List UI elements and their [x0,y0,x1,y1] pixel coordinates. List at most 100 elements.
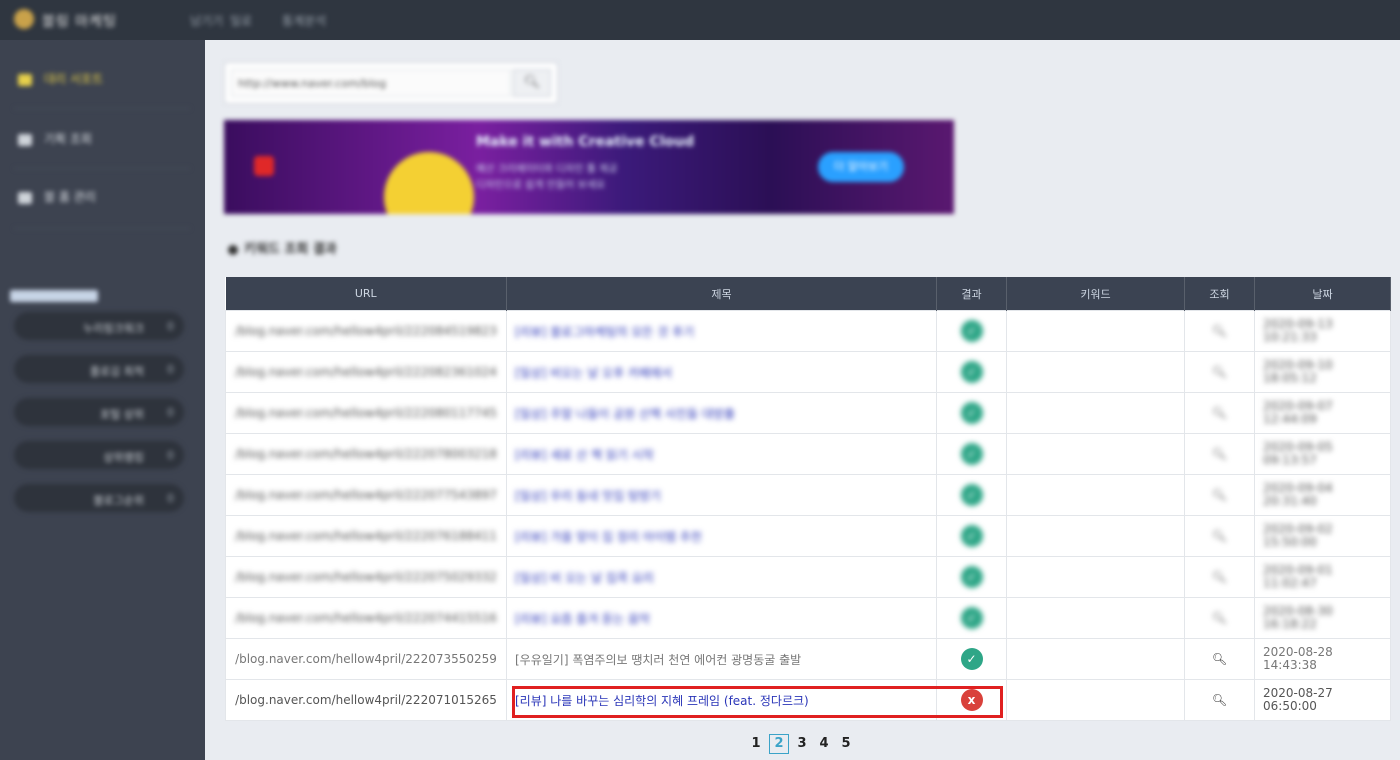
row-title-link[interactable]: [리뷰] 요즘 즐겨 듣는 음악 [506,597,937,639]
row-search[interactable]: 🔍︎ [1184,474,1255,516]
nav-item-1[interactable]: 남기기 [190,12,223,29]
header-result[interactable]: 결과 [936,277,1007,311]
row-search[interactable]: 🔍︎ [1184,679,1255,721]
row-result: ✓ [936,351,1007,393]
header-title[interactable]: 제목 [506,277,937,311]
row-title-link[interactable]: [리뷰] 새로 산 책 읽기 시작 [506,433,937,475]
table-row: /blog.naver.com/hellow4pril/222078003218… [225,433,1391,475]
table-header-row: URL 제목 결과 키워드 조회 날짜 [225,277,1391,311]
sidebar-item-blog[interactable]: 블 홈 관리 [18,188,188,214]
header-keyword[interactable]: 키워드 [1006,277,1185,311]
divider [14,108,190,109]
ad-banner[interactable]: Make it with Creative Cloud 예산 크리에이터와 디자… [224,120,954,214]
row-date: 2020-08-28 14:43:38 [1254,638,1391,680]
row-url[interactable]: /blog.naver.com/hellow4pril/222076188411 [225,515,507,557]
page-link-3[interactable]: 3 [793,735,811,753]
magnifier-icon[interactable]: 🔍︎ [1212,406,1227,420]
row-search[interactable]: 🔍︎ [1184,433,1255,475]
sidebar-pill-5[interactable]: 블로그순위 0 [14,484,184,512]
nav-item-2[interactable]: 일로 [230,12,252,29]
table-row: /blog.naver.com/hellow4pril/222074415516… [225,597,1391,639]
magnifier-icon[interactable]: 🔍︎ [1212,447,1227,461]
success-check-icon: ✓ [960,361,983,383]
magnifier-icon[interactable]: 🔍︎ [1212,693,1227,707]
row-title-link[interactable]: [리뷰] 가을 맞이 집 정리 아이템 추천 [506,515,937,557]
row-keyword [1006,310,1185,352]
row-url[interactable]: /blog.naver.com/hellow4pril/222071015265 [225,679,507,721]
divider [14,168,190,169]
magnifier-icon[interactable]: 🔍︎ [1212,488,1227,502]
row-url[interactable]: /blog.naver.com/hellow4pril/222084519823 [225,310,507,352]
row-date: 2020-09-07 12:44:09 [1254,392,1391,434]
adobe-logo-icon [254,156,274,176]
sidebar: 대리 서포트 기획 조회 블 홈 관리 누리링크워크 0 플로깅 최적 0 포털 상… [0,40,205,760]
row-result: ✓ [936,310,1007,352]
row-date: 2020-09-13 10:21:33 [1254,310,1391,352]
magnifier-icon[interactable]: 🔍︎ [1212,570,1227,584]
row-title-link[interactable]: [일상] 비오는 날 오후 카페에서 [506,351,937,393]
row-result: ✓ [936,597,1007,639]
banner-graphic [384,152,474,214]
search-input[interactable] [231,69,511,97]
header-date[interactable]: 날짜 [1254,277,1391,311]
sidebar-pill-1[interactable]: 누리링크워크 0 [14,312,184,340]
page-link-5[interactable]: 5 [837,735,855,753]
magnifier-icon[interactable]: 🔍︎ [1212,529,1227,543]
search-button[interactable]: 🔍︎ [513,69,551,97]
row-title-link[interactable]: [리뷰] 블로그마케팅의 모든 것 후기 [506,310,937,352]
sidebar-pill-2[interactable]: 플로깅 최적 0 [14,355,184,383]
row-url[interactable]: /blog.naver.com/hellow4pril/222073550259 [225,638,507,680]
magnifier-icon[interactable]: 🔍︎ [1212,652,1227,666]
row-title-link[interactable]: [일상] 우리 동네 맛집 탐방기 [506,474,937,516]
row-url[interactable]: /blog.naver.com/hellow4pril/222075029332 [225,556,507,598]
row-search[interactable]: 🔍︎ [1184,556,1255,598]
header-url[interactable]: URL [225,277,507,311]
row-url[interactable]: /blog.naver.com/hellow4pril/222077543897 [225,474,507,516]
row-date: 2020-09-10 18:05:12 [1254,351,1391,393]
row-title-link[interactable]: [우유일기] 폭염주의보 땡치러 천연 에어컨 광명동굴 출발 [506,638,937,680]
sidebar-pill-3[interactable]: 포털 상위 0 [14,398,184,426]
row-keyword [1006,556,1185,598]
success-check-icon: ✓ [960,484,983,506]
row-url[interactable]: /blog.naver.com/hellow4pril/222080117745 [225,392,507,434]
sidebar-item-lookup[interactable]: 기획 조회 [18,130,188,156]
magnifier-icon[interactable]: 🔍︎ [1212,611,1227,625]
row-title-link[interactable]: [일상] 비 오는 날 집콕 요리 [506,556,937,598]
star-icon [18,73,32,86]
magnifier-icon[interactable]: 🔍︎ [1212,365,1227,379]
row-keyword [1006,433,1185,475]
row-search[interactable]: 🔍︎ [1184,638,1255,680]
top-bar: 블링 마케팅 남기기 일로 통계분석 [0,0,1400,40]
table-row: /blog.naver.com/hellow4pril/222082361024… [225,351,1391,393]
page-link-4[interactable]: 4 [815,735,833,753]
ad-cta-button[interactable]: 더 알아보기 [818,152,904,182]
brand-title: 블링 마케팅 [42,14,117,30]
logo-icon [14,9,34,29]
row-url[interactable]: /blog.naver.com/hellow4pril/222082361024 [225,351,507,393]
table-row: /blog.naver.com/hellow4pril/222076188411… [225,515,1391,557]
row-keyword [1006,638,1185,680]
nav-item-3[interactable]: 통계분석 [282,12,326,29]
row-search[interactable]: 🔍︎ [1184,597,1255,639]
row-title-link[interactable]: [일상] 주말 나들이 공원 산책 사진들 대방출 [506,392,937,434]
row-search[interactable]: 🔍︎ [1184,392,1255,434]
page-link-1[interactable]: 1 [747,735,765,753]
row-keyword [1006,474,1185,516]
header-search[interactable]: 조회 [1184,277,1255,311]
row-search[interactable]: 🔍︎ [1184,515,1255,557]
row-url[interactable]: /blog.naver.com/hellow4pril/222078003218 [225,433,507,475]
table-row: /blog.naver.com/hellow4pril/222075029332… [225,556,1391,598]
row-result: ✓ [936,474,1007,516]
table-row: /blog.naver.com/hellow4pril/222077543897… [225,474,1391,516]
sidebar-pill-4[interactable]: 상위랭킹 0 [14,441,184,469]
success-check-icon: ✓ [960,566,983,588]
home-icon [18,191,32,204]
sidebar-item-support[interactable]: 대리 서포트 [18,70,188,96]
row-search[interactable]: 🔍︎ [1184,351,1255,393]
magnifier-icon[interactable]: 🔍︎ [1212,324,1227,338]
page-link-2[interactable]: 2 [769,734,789,754]
row-keyword [1006,679,1185,721]
row-url[interactable]: /blog.naver.com/hellow4pril/222074415516 [225,597,507,639]
row-search[interactable]: 🔍︎ [1184,310,1255,352]
row-title-link[interactable]: [리뷰] 나를 바꾸는 심리학의 지혜 프레임 (feat. 정다르크) [506,679,937,721]
